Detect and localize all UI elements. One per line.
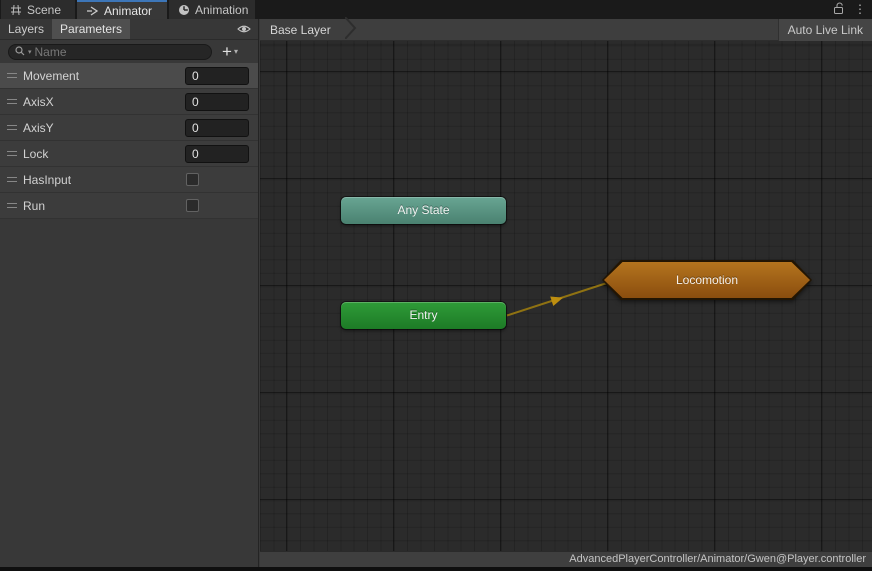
tab-scene-label: Scene xyxy=(27,3,61,17)
controller-path-statusbar: AdvancedPlayerController/Animator/Gwen@P… xyxy=(260,551,872,567)
window-bottom-edge xyxy=(0,567,872,571)
node-any-state[interactable]: Any State xyxy=(341,197,506,224)
tab-layers[interactable]: Layers xyxy=(0,19,52,39)
parameter-value-field[interactable]: 0 xyxy=(185,119,249,137)
parameter-search-row: ▾ + ▾ xyxy=(0,41,258,62)
parameters-panel: Layers Parameters ▾ + ▾ Movement xyxy=(0,19,259,567)
drag-handle-icon[interactable] xyxy=(7,151,17,156)
graph-canvas[interactable]: Any State Entry Locomotion xyxy=(260,41,872,551)
parameter-name: HasInput xyxy=(23,173,71,187)
search-filter-caret-icon: ▾ xyxy=(28,48,32,56)
parameter-name: Lock xyxy=(23,147,48,161)
kebab-menu-icon[interactable]: ⋮ xyxy=(854,0,866,19)
add-parameter-button[interactable]: + ▾ xyxy=(222,44,238,60)
parameter-name: AxisX xyxy=(23,95,54,109)
parameter-value-field[interactable]: 0 xyxy=(185,93,249,111)
breadcrumb[interactable]: Base Layer xyxy=(260,19,331,41)
parameter-row-hasinput[interactable]: HasInput xyxy=(0,167,258,193)
window-tab-bar: Scene Animator Animation ⋮ xyxy=(0,0,872,19)
drag-handle-icon[interactable] xyxy=(7,73,17,78)
parameter-name: AxisY xyxy=(23,121,54,135)
search-input[interactable] xyxy=(35,45,205,59)
search-icon xyxy=(15,45,25,59)
panel-tab-bar: Layers Parameters xyxy=(0,19,258,40)
plus-icon: + xyxy=(222,44,232,60)
parameter-row-axisy[interactable]: AxisY 0 xyxy=(0,115,258,141)
node-locomotion-label: Locomotion xyxy=(604,262,810,298)
tab-scene[interactable]: Scene xyxy=(1,0,75,19)
parameter-row-lock[interactable]: Lock 0 xyxy=(0,141,258,167)
tab-animation[interactable]: Animation xyxy=(169,0,255,19)
chevron-down-icon: ▾ xyxy=(234,47,238,56)
parameter-value-field[interactable]: 0 xyxy=(185,67,249,85)
state-machine-graph: Base Layer Auto Live Link Any State Entr… xyxy=(260,19,872,567)
node-locomotion[interactable]: Locomotion xyxy=(602,260,812,300)
drag-handle-icon[interactable] xyxy=(7,203,17,208)
tab-animator-label: Animator xyxy=(104,4,152,18)
window-buttons: ⋮ xyxy=(832,0,866,19)
search-field[interactable]: ▾ xyxy=(8,44,212,60)
tab-animation-label: Animation xyxy=(195,3,248,17)
parameter-row-movement[interactable]: Movement 0 xyxy=(0,63,258,89)
parameter-name: Run xyxy=(23,199,45,213)
breadcrumb-chevron-icon xyxy=(345,17,357,42)
animator-window: Scene Animator Animation ⋮ Layers Parame… xyxy=(0,0,872,571)
parameter-list: Movement 0 AxisX 0 AxisY 0 Lock 0 HasInp… xyxy=(0,63,258,219)
tab-parameters[interactable]: Parameters xyxy=(52,19,130,39)
parameter-row-axisx[interactable]: AxisX 0 xyxy=(0,89,258,115)
eye-icon[interactable] xyxy=(237,23,251,38)
parameter-name: Movement xyxy=(23,69,79,83)
drag-handle-icon[interactable] xyxy=(7,177,17,182)
drag-handle-icon[interactable] xyxy=(7,125,17,130)
parameter-value-field[interactable]: 0 xyxy=(185,145,249,163)
lock-icon[interactable] xyxy=(832,2,844,18)
node-entry[interactable]: Entry xyxy=(341,302,506,329)
parameter-checkbox[interactable] xyxy=(186,199,199,212)
drag-handle-icon[interactable] xyxy=(7,99,17,104)
clock-icon xyxy=(178,4,190,16)
auto-live-link-button[interactable]: Auto Live Link xyxy=(778,19,872,41)
breadcrumb-bar: Base Layer Auto Live Link xyxy=(260,19,872,41)
grid-icon xyxy=(10,4,22,16)
parameter-row-run[interactable]: Run xyxy=(0,193,258,219)
tab-animator[interactable]: Animator xyxy=(77,0,167,19)
animator-icon xyxy=(86,5,99,17)
parameter-checkbox[interactable] xyxy=(186,173,199,186)
